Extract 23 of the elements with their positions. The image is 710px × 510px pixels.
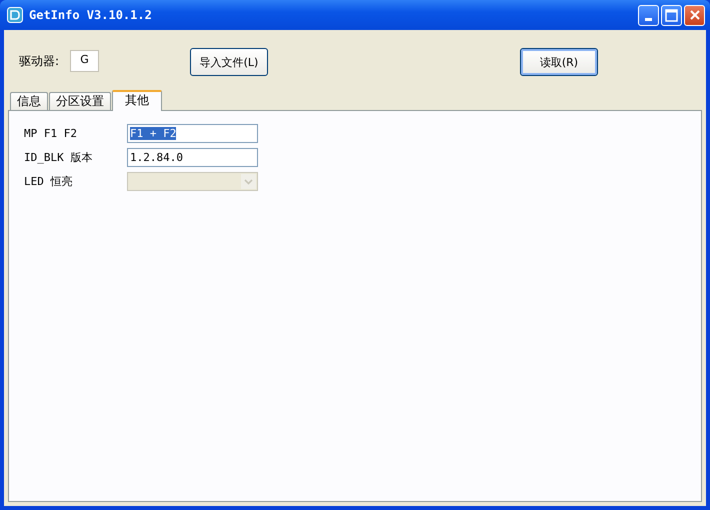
- field-value: 1.2.84.0: [130, 150, 183, 164]
- field-label: LED 恒亮: [24, 174, 74, 188]
- maximize-button[interactable]: [661, 4, 682, 26]
- input-field[interactable]: F1 + F2: [127, 124, 258, 142]
- field-value: F1 + F2: [130, 126, 176, 140]
- drive-field[interactable]: G: [70, 50, 99, 72]
- tab[interactable]: 分区设置: [49, 92, 111, 110]
- tab[interactable]: 其他: [112, 90, 162, 111]
- close-button[interactable]: [684, 4, 705, 26]
- import-file-button[interactable]: 导入文件(L): [190, 48, 268, 76]
- field-label: MP F1 F2: [24, 126, 78, 140]
- window-title: GetInfo V3.10.1.2: [29, 8, 152, 22]
- chevron-down-icon: [241, 174, 256, 188]
- read-button[interactable]: 读取(R): [520, 48, 598, 76]
- app-icon: [7, 7, 23, 23]
- close-icon: [688, 9, 700, 21]
- maximize-icon: [665, 8, 678, 22]
- field-label: ID_BLK 版本: [24, 150, 94, 164]
- minimize-icon: [645, 18, 652, 20]
- tab[interactable]: 信息: [10, 92, 48, 110]
- input-field[interactable]: 1.2.84.0: [127, 148, 258, 166]
- drive-label: 驱动器:: [19, 53, 60, 70]
- minimize-button[interactable]: [638, 4, 659, 26]
